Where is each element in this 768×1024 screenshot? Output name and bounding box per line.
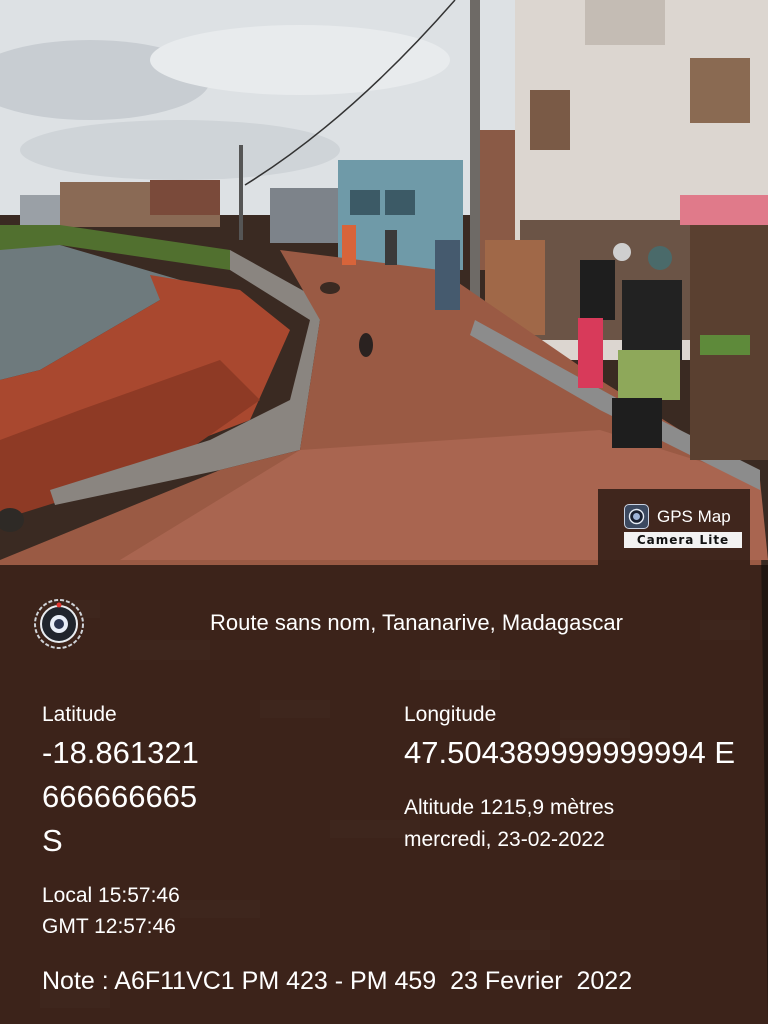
longitude-value: 47.504389999999994 E bbox=[404, 735, 735, 770]
camera-lens-icon bbox=[624, 504, 649, 529]
local-time: Local 15:57:46 bbox=[42, 884, 180, 907]
app-subtitle: Camera Lite bbox=[624, 532, 742, 548]
latitude-value-line2: 666666665 bbox=[42, 779, 198, 814]
latitude-value-line1: -18.861321 bbox=[42, 735, 199, 770]
latitude-label: Latitude bbox=[42, 703, 117, 726]
camera-lens-icon bbox=[33, 598, 85, 650]
altitude-text: Altitude 1215,9 mètres bbox=[404, 796, 615, 819]
note-text: Note : A6F11VC1 PM 423 - PM 459 23 Fevri… bbox=[42, 967, 633, 995]
date-text: mercredi, 23-02-2022 bbox=[404, 828, 605, 851]
address-text: Route sans nom, Tananarive, Madagascar bbox=[210, 610, 623, 635]
gps-map-camera-badge: GPS Map Camera Lite bbox=[598, 489, 750, 565]
gmt-time: GMT 12:57:46 bbox=[42, 915, 176, 938]
longitude-label: Longitude bbox=[404, 703, 497, 726]
latitude-hemisphere: S bbox=[42, 823, 63, 858]
app-name: GPS Map bbox=[657, 506, 731, 526]
